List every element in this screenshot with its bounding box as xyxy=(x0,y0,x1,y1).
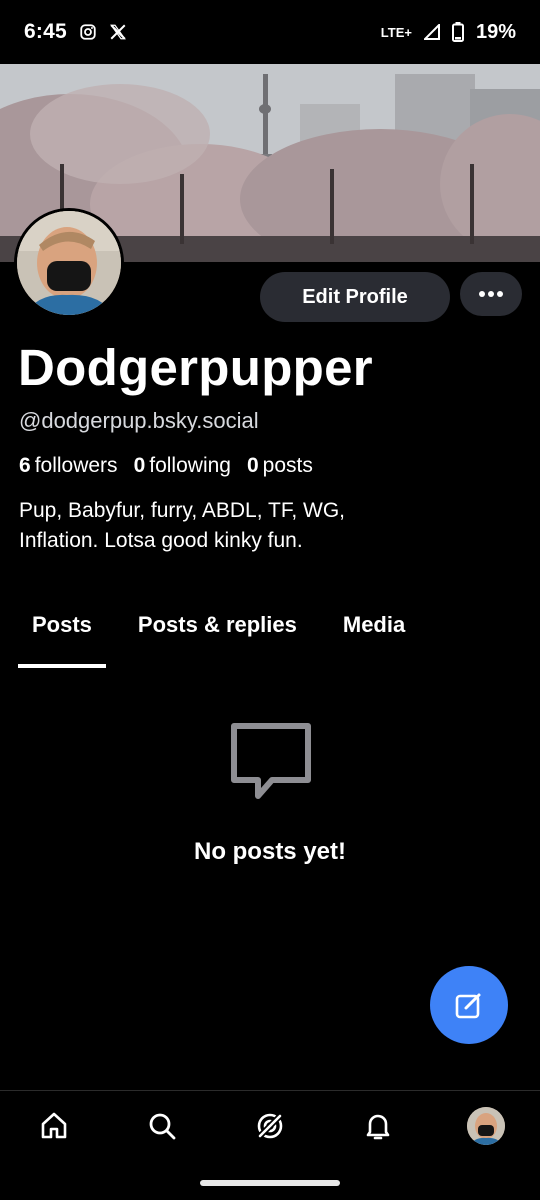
battery-percent: 19% xyxy=(475,20,516,43)
clock: 6:45 xyxy=(24,20,67,43)
profile-avatar-small xyxy=(467,1106,505,1145)
compose-icon xyxy=(455,993,481,1019)
network-type: LTE+ xyxy=(380,24,412,40)
display-name: Dodgerpupper xyxy=(18,339,373,396)
profile-tabs: Posts Posts & replies Media xyxy=(18,612,419,668)
compose-post-button[interactable] xyxy=(430,966,508,1044)
bio-line: Inflation. Lotsa good kinky fun. xyxy=(19,529,303,552)
following-stat[interactable]: 0 following xyxy=(134,454,231,478)
profile-avatar[interactable] xyxy=(14,208,124,318)
battery-icon xyxy=(451,22,464,42)
edit-profile-button[interactable]: Edit Profile xyxy=(260,272,450,322)
followers-stat[interactable]: 6 followers xyxy=(19,454,118,478)
nav-feeds[interactable] xyxy=(240,1096,300,1156)
posts-label: posts xyxy=(262,454,313,477)
profile-stats: 6 followers 0 following 0 posts xyxy=(19,454,313,478)
nav-search[interactable] xyxy=(132,1096,192,1156)
status-bar: 6:45 LTE+ 19% xyxy=(0,0,540,64)
following-count: 0 xyxy=(133,454,146,477)
bottom-nav xyxy=(0,1090,540,1160)
profile-bio: Pup, Babyfur, furry, ABDL, TF, WG, Infla… xyxy=(19,496,519,556)
nav-profile[interactable] xyxy=(456,1096,516,1156)
notifications-icon xyxy=(366,1114,390,1139)
message-bubble-icon xyxy=(226,718,316,808)
more-options-button[interactable] xyxy=(460,272,522,316)
followers-count: 6 xyxy=(19,454,31,477)
profile-screen: 6:45 LTE+ 19% Edit Profile Dodgerpupper … xyxy=(0,0,540,1200)
profile-handle: @dodgerpup.bsky.social xyxy=(19,408,259,433)
status-left: 6:45 xyxy=(24,20,127,44)
posts-count: 0 xyxy=(246,454,259,477)
tab-posts-and-replies[interactable]: Posts & replies xyxy=(124,612,311,668)
following-label: following xyxy=(149,454,231,477)
signal-icon xyxy=(423,24,440,40)
bio-line: Pup, Babyfur, furry, ABDL, TF, WG, xyxy=(19,499,346,522)
search-icon xyxy=(149,1113,176,1139)
empty-state-message: No posts yet! xyxy=(193,838,346,865)
tab-posts[interactable]: Posts xyxy=(18,612,106,668)
nav-notifications[interactable] xyxy=(348,1096,408,1156)
nav-home[interactable] xyxy=(24,1096,84,1156)
tab-media[interactable]: Media xyxy=(329,612,419,668)
instagram-icon xyxy=(79,23,97,41)
feeds-icon xyxy=(256,1112,284,1139)
home-icon xyxy=(41,1112,67,1138)
followers-label: followers xyxy=(34,454,118,477)
status-right: LTE+ 19% xyxy=(381,21,516,44)
more-dots-icon xyxy=(479,291,503,297)
posts-stat: 0 posts xyxy=(247,454,313,478)
x-icon xyxy=(109,23,127,41)
home-indicator[interactable] xyxy=(200,1180,340,1186)
